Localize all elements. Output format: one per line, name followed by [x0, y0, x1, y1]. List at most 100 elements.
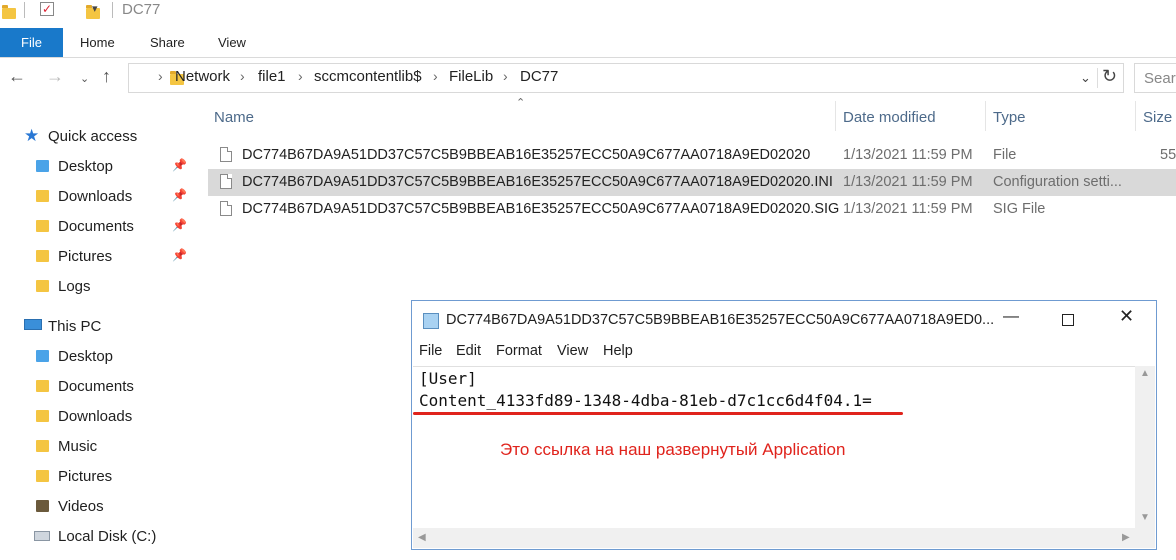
column-header-size[interactable]: Size: [1143, 109, 1172, 126]
file-icon: [220, 147, 232, 162]
downloads-folder-icon: [36, 190, 49, 202]
sidebar-item-videos[interactable]: Videos: [0, 493, 190, 521]
up-arrow-icon[interactable]: ↑: [102, 66, 111, 87]
customize-qat-icon[interactable]: ▾: [92, 2, 98, 15]
chevron-right-icon[interactable]: ›: [240, 68, 245, 84]
minimize-icon[interactable]: —: [1003, 308, 1019, 326]
pin-icon[interactable]: 📌: [172, 158, 187, 172]
menu-view[interactable]: View: [557, 343, 588, 359]
breadcrumb-filelib[interactable]: FileLib: [449, 68, 493, 85]
scroll-right-icon[interactable]: ▶: [1122, 532, 1130, 543]
file-name: DC774B67DA9A51DD37C57C5B9BBEAB16E35257EC…: [242, 174, 833, 190]
sidebar-item-this-pc[interactable]: This PC: [0, 313, 190, 341]
videos-folder-icon: [36, 500, 49, 512]
sidebar-item-label: Pictures: [58, 468, 113, 485]
menu-format[interactable]: Format: [496, 343, 542, 359]
file-row[interactable]: DC774B67DA9A51DD37C57C5B9BBEAB16E35257EC…: [208, 169, 1176, 196]
desktop-folder-icon: [36, 160, 49, 172]
file-row[interactable]: DC774B67DA9A51DD37C57C5B9BBEAB16E35257EC…: [208, 196, 1176, 223]
sidebar-item-desktop[interactable]: Desktop 📌: [0, 153, 190, 181]
column-divider[interactable]: [985, 101, 986, 131]
breadcrumb-file1[interactable]: file1: [258, 68, 286, 85]
sidebar-item-pc-downloads[interactable]: Downloads: [0, 403, 190, 431]
search-input[interactable]: Sear: [1144, 70, 1176, 87]
music-folder-icon: [36, 440, 49, 452]
pin-icon[interactable]: 📌: [172, 188, 187, 202]
pictures-folder-icon: [36, 470, 49, 482]
file-size: 55: [1160, 147, 1176, 163]
scrollbar-corner: [1135, 528, 1155, 548]
column-divider[interactable]: [1135, 101, 1136, 131]
back-arrow-icon[interactable]: ←: [8, 66, 26, 87]
notepad-content: [User] Content_4133fd89-1348-4dba-81eb-d…: [419, 368, 872, 412]
column-header-name[interactable]: Name: [214, 109, 254, 126]
sidebar-item-pc-documents[interactable]: Documents: [0, 373, 190, 401]
tab-file[interactable]: File: [0, 28, 63, 57]
sidebar-item-label: This PC: [48, 318, 102, 335]
sidebar-item-label: Logs: [58, 278, 91, 295]
sidebar-item-pictures[interactable]: Pictures 📌: [0, 243, 190, 271]
vertical-scrollbar[interactable]: [1135, 366, 1155, 528]
pictures-folder-icon: [36, 250, 49, 262]
pin-icon[interactable]: 📌: [172, 218, 187, 232]
chevron-right-icon[interactable]: ›: [433, 68, 438, 84]
pin-icon[interactable]: 📌: [172, 248, 187, 262]
sidebar-item-downloads[interactable]: Downloads 📌: [0, 183, 190, 211]
documents-folder-icon: [36, 380, 49, 392]
menu-file[interactable]: File: [419, 343, 442, 359]
chevron-right-icon[interactable]: ›: [503, 68, 508, 84]
scroll-up-icon[interactable]: ▲: [1140, 368, 1150, 379]
chevron-right-icon[interactable]: ›: [158, 68, 163, 84]
content-line: [User]: [419, 369, 477, 388]
sidebar-item-quick-access[interactable]: ★ Quick access: [0, 123, 190, 151]
star-icon: ★: [24, 126, 40, 145]
folder-icon: [36, 280, 49, 292]
breadcrumb-dc77[interactable]: DC77: [520, 68, 558, 85]
file-row[interactable]: DC774B67DA9A51DD37C57C5B9BBEAB16E35257EC…: [208, 142, 1176, 169]
sidebar-item-logs[interactable]: Logs: [0, 273, 190, 301]
sidebar-item-label: Music: [58, 438, 98, 455]
file-type: File: [993, 147, 1017, 163]
scroll-down-icon[interactable]: ▼: [1140, 512, 1150, 523]
column-header-date[interactable]: Date modified: [843, 109, 936, 126]
column-divider[interactable]: [835, 101, 836, 131]
forward-arrow-icon[interactable]: →: [46, 66, 64, 87]
maximize-icon[interactable]: [1062, 314, 1074, 326]
sidebar-item-pc-pictures[interactable]: Pictures: [0, 463, 190, 491]
sidebar-item-label: Desktop: [58, 158, 114, 175]
sidebar-item-documents[interactable]: Documents 📌: [0, 213, 190, 241]
tab-view[interactable]: View: [218, 28, 246, 57]
menu-edit[interactable]: Edit: [456, 343, 481, 359]
settings-file-icon: [220, 174, 232, 189]
breadcrumb-sccmcontentlib[interactable]: sccmcontentlib$: [314, 68, 422, 85]
file-type: Configuration setti...: [993, 174, 1122, 190]
folder-icon: [2, 5, 16, 19]
horizontal-scrollbar[interactable]: [413, 528, 1135, 548]
sidebar-item-label: Documents: [58, 218, 134, 235]
address-dropdown-icon[interactable]: ⌄: [1080, 70, 1091, 86]
tab-home[interactable]: Home: [80, 28, 115, 57]
downloads-folder-icon: [36, 410, 49, 422]
sidebar-item-label: Local Disk (C:): [58, 528, 157, 545]
tab-share[interactable]: Share: [150, 28, 185, 57]
sidebar-item-label: Quick access: [48, 128, 138, 145]
sidebar-item-pc-desktop[interactable]: Desktop: [0, 343, 190, 371]
file-name: DC774B67DA9A51DD37C57C5B9BBEAB16E35257EC…: [242, 147, 811, 163]
desktop-folder-icon: [36, 350, 49, 362]
file-name: DC774B67DA9A51DD37C57C5B9BBEAB16E35257EC…: [242, 201, 840, 217]
refresh-icon[interactable]: ↻: [1102, 66, 1117, 87]
divider: [1097, 68, 1098, 88]
breadcrumb-network[interactable]: Network: [175, 68, 230, 85]
sidebar-item-local-disk[interactable]: Local Disk (C:): [0, 523, 190, 551]
recent-locations-icon[interactable]: ⌄: [80, 72, 89, 85]
column-header-type[interactable]: Type: [993, 109, 1026, 126]
chevron-right-icon[interactable]: ›: [298, 68, 303, 84]
close-icon[interactable]: ✕: [1119, 306, 1134, 327]
divider: [24, 2, 25, 18]
sidebar-item-music[interactable]: Music: [0, 433, 190, 461]
menu-help[interactable]: Help: [603, 343, 633, 359]
file-icon: [220, 201, 232, 216]
scroll-left-icon[interactable]: ◀: [418, 532, 426, 543]
properties-icon[interactable]: ✓: [40, 2, 54, 16]
window-title: DC77: [122, 1, 161, 18]
